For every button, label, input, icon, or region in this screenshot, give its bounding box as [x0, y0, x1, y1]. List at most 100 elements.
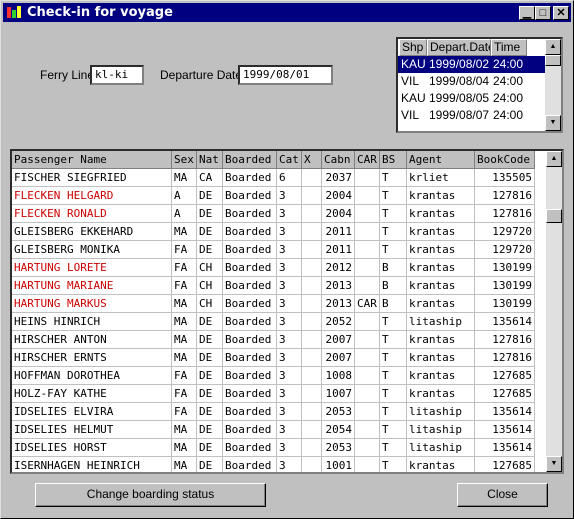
column-header-bookcode[interactable]: BookCode [475, 151, 535, 169]
cell-agent: krantas [407, 385, 475, 403]
cell-bookcode: 135614 [475, 403, 535, 421]
scroll-up-icon: ▲ [549, 43, 557, 50]
cell-sex: MA [172, 313, 197, 331]
cell-bs: T [380, 187, 407, 205]
column-header-agent[interactable]: Agent [407, 151, 475, 169]
cell-bookcode: 127685 [475, 367, 535, 385]
column-header-x[interactable]: X [302, 151, 322, 169]
cell-cabn: 2012 [322, 259, 355, 277]
passenger-row[interactable]: IDSELIES ELVIRA FA DE Boarded 3 2053 Tlitaship… [12, 403, 535, 421]
cell-car [355, 349, 380, 367]
cell-agent: litaship [407, 421, 475, 439]
passenger-row[interactable]: HOLZ-FAY KATHE FA DE Boarded 3 1007 Tkrantas 12… [12, 385, 535, 403]
voyage-cell-date: 1999/08/07 [429, 108, 490, 122]
close-window-button[interactable]: ✕ [553, 6, 569, 20]
column-header-cat[interactable]: Cat [277, 151, 302, 169]
cell-car [355, 367, 380, 385]
voyage-scrollbar[interactable]: ▲ ▼ [545, 39, 561, 131]
passenger-row[interactable]: FISCHER SIEGFRIED MA CA Boarded 6 2037 Tkrliet… [12, 169, 535, 187]
passenger-row[interactable]: HARTUNG MARIANE FA CH Boarded 3 2013 Bkrantas 1… [12, 277, 535, 295]
cell-cat: 3 [277, 205, 302, 223]
departure-date-input[interactable]: 1999/08/01 [238, 65, 333, 85]
passenger-row[interactable]: GLEISBERG MONIKA FA DE Boarded 3 2011 Tkrantas… [12, 241, 535, 259]
cell-x [302, 187, 322, 205]
cell-cabn: 2053 [322, 403, 355, 421]
cell-name: GLEISBERG EKKEHARD [12, 223, 172, 241]
cell-sex: FA [172, 277, 197, 295]
cell-agent: litaship [407, 403, 475, 421]
scroll-down-button[interactable]: ▼ [546, 456, 562, 472]
cell-name: HOLZ-FAY KATHE [12, 385, 172, 403]
cell-bookcode: 135505 [475, 169, 535, 187]
scroll-up-button[interactable]: ▲ [546, 151, 562, 167]
voyage-row[interactable]: KAU 1999/08/05 24:00 [398, 90, 545, 107]
cell-x [302, 367, 322, 385]
passenger-row[interactable]: FLECKEN RONALD A DE Boarded 3 2004 Tkrantas 127… [12, 205, 535, 223]
column-header-boarded[interactable]: Boarded [223, 151, 277, 169]
voyage-row[interactable]: VIL 1999/08/07 24:00 [398, 107, 545, 124]
cell-agent: krantas [407, 331, 475, 349]
title-bar[interactable]: Check-in for voyage ▁ □ ✕ [3, 3, 571, 22]
passenger-grid[interactable]: Passenger Name Sex Nat Boarded Cat X Cabn CAR BS… [10, 149, 564, 474]
voyage-cell-time: 24:00 [493, 108, 524, 122]
passenger-scrollbar[interactable]: ▲ ▼ [546, 151, 562, 472]
cell-cat: 3 [277, 385, 302, 403]
voyage-header-shp[interactable]: Shp [399, 39, 427, 56]
column-header-cabn[interactable]: Cabn [322, 151, 355, 169]
scroll-thumb[interactable] [545, 55, 561, 66]
column-header-bs[interactable]: BS [380, 151, 407, 169]
voyage-cell-time: 24:00 [493, 74, 524, 88]
cell-bs: T [380, 313, 407, 331]
passenger-row[interactable]: FLECKEN HELGARD A DE Boarded 3 2004 Tkrantas 12… [12, 187, 535, 205]
minimize-button[interactable]: ▁ [519, 6, 535, 20]
cell-boarded: Boarded [223, 241, 277, 259]
voyage-header-time[interactable]: Time [491, 39, 527, 56]
passenger-row[interactable]: HEINS HINRICH MA DE Boarded 3 2052 Tlitaship 13… [12, 313, 535, 331]
cell-nat: DE [197, 403, 223, 421]
cell-car [355, 277, 380, 295]
change-boarding-status-button[interactable]: Change boarding status [35, 483, 266, 507]
scroll-down-button[interactable]: ▼ [545, 115, 561, 131]
passenger-row[interactable]: GLEISBERG EKKEHARD MA DE Boarded 3 2011 Tkrant… [12, 223, 535, 241]
column-header-name[interactable]: Passenger Name [12, 151, 172, 169]
passenger-row[interactable]: HOFFMAN DOROTHEA FA DE Boarded 3 1008 Tkrantas… [12, 367, 535, 385]
passenger-row[interactable]: IDSELIES HELMUT MA DE Boarded 3 2054 Tlitaship… [12, 421, 535, 439]
cell-bs: T [380, 421, 407, 439]
voyage-header-date[interactable]: Depart.Date [427, 39, 491, 56]
cell-bs: T [380, 403, 407, 421]
passenger-row[interactable]: HARTUNG MARKUS MA CH Boarded 3 2013 CAR Bkranta… [12, 295, 535, 313]
cell-car [355, 457, 380, 472]
maximize-button[interactable]: □ [535, 6, 551, 20]
passenger-row[interactable]: HIRSCHER ANTON MA DE Boarded 3 2007 Tkrantas 12… [12, 331, 535, 349]
passenger-row[interactable]: HARTUNG LORETE FA CH Boarded 3 2012 Bkrantas 13… [12, 259, 535, 277]
column-header-nat[interactable]: Nat [197, 151, 223, 169]
cell-bookcode: 127685 [475, 385, 535, 403]
cell-name: HARTUNG MARKUS [12, 295, 172, 313]
passenger-row[interactable]: HIRSCHER ERNTS MA DE Boarded 3 2007 Tkrantas 12… [12, 349, 535, 367]
passenger-row[interactable]: ISERNHAGEN HEINRICH MA DE Boarded 3 1001 Tkran… [12, 457, 535, 472]
scroll-up-button[interactable]: ▲ [545, 39, 561, 55]
ferry-line-input[interactable]: kl-ki [90, 65, 144, 85]
voyage-row[interactable]: VIL 1999/08/04 24:00 [398, 73, 545, 90]
cell-bookcode: 129720 [475, 241, 535, 259]
scroll-thumb[interactable] [546, 209, 562, 223]
cell-name: HARTUNG MARIANE [12, 277, 172, 295]
voyage-row[interactable]: KAU 1999/08/02 24:00 [398, 56, 545, 73]
column-header-sex[interactable]: Sex [172, 151, 197, 169]
cell-bs: T [380, 169, 407, 187]
cell-boarded: Boarded [223, 349, 277, 367]
cell-cat: 3 [277, 457, 302, 472]
cell-cabn: 2004 [322, 187, 355, 205]
voyage-list[interactable]: Shp Depart.Date Time KAU 1999/08/02 24:00 VIL 1… [396, 37, 563, 133]
close-button[interactable]: Close [457, 483, 548, 507]
cell-name: FISCHER SIEGFRIED [12, 169, 172, 187]
cell-boarded: Boarded [223, 169, 277, 187]
column-header-car[interactable]: CAR [355, 151, 380, 169]
cell-nat: DE [197, 223, 223, 241]
ferry-line-label: Ferry Line: [40, 68, 98, 82]
cell-cabn: 2011 [322, 223, 355, 241]
cell-cat: 3 [277, 313, 302, 331]
passenger-row[interactable]: IDSELIES HORST MA DE Boarded 3 2053 Tlitaship 1… [12, 439, 535, 457]
minimize-icon: ▁ [522, 7, 532, 19]
cell-cabn: 2004 [322, 205, 355, 223]
